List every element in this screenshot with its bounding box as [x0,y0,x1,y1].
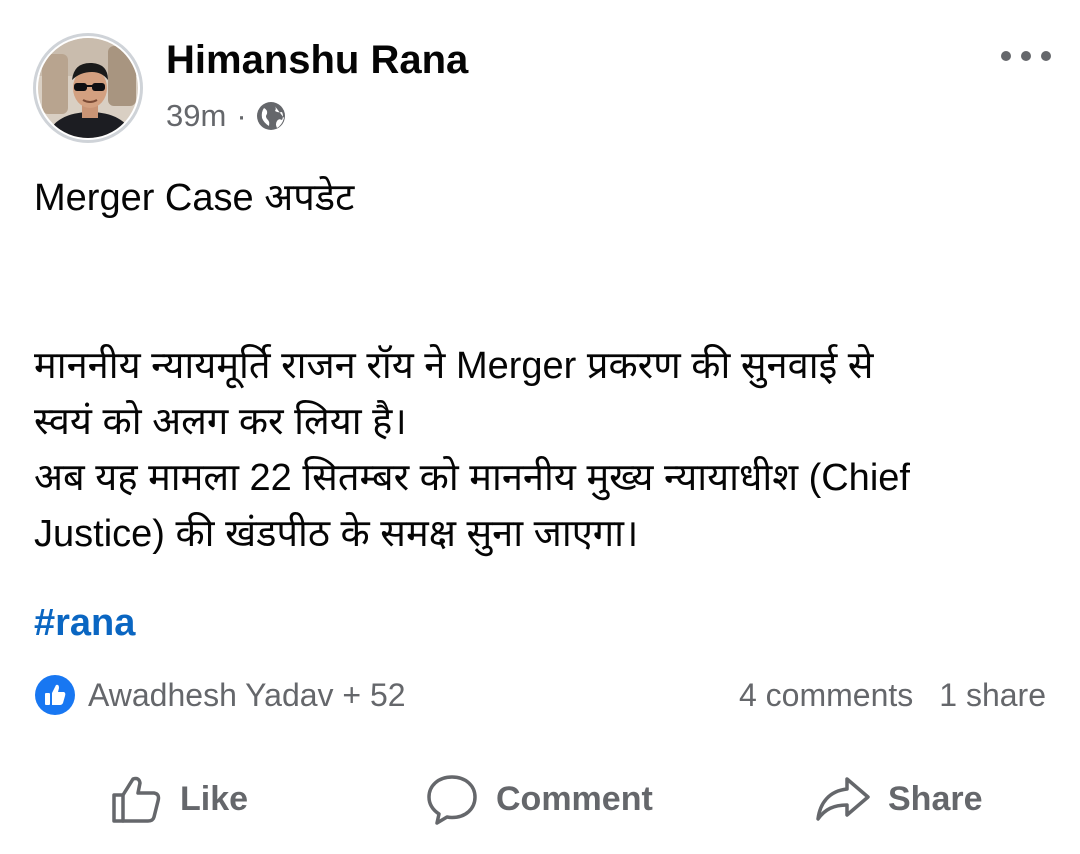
hashtag-link[interactable]: #rana [34,598,135,648]
thumbs-up-icon [34,674,76,716]
thumbs-up-outline-icon [112,776,161,823]
avatar-photo [38,38,138,138]
shares-count[interactable]: 1 share [939,677,1046,714]
post-time[interactable]: 39m [166,98,226,134]
post-body-line: अब यह मामला 22 सितम्बर को माननीय मुख्य न… [34,457,910,499]
comment-bubble-icon [427,775,477,825]
author-name[interactable]: Himanshu Rana [166,36,468,84]
comment-label: Comment [496,779,653,818]
like-button[interactable]: Like [108,766,248,832]
post-body-line: Justice) की खंडपीठ के समक्ष सुना जाएगा। [34,513,639,555]
meta-separator: · [236,98,247,133]
post-body-line: स्वयं को अलग कर लिया है। [34,401,407,443]
share-button[interactable]: Share [814,766,983,832]
post-text: Merger Case अपडेट माननीय न्यायमूर्ति राज… [34,170,1054,562]
author-avatar[interactable] [33,33,143,143]
post-title-line: Merger Case अपडेट [34,177,355,219]
more-options-button[interactable] [996,40,1056,72]
share-arrow-icon [816,777,870,821]
reactors-text: Awadhesh Yadav + 52 [88,676,406,713]
post-body-line: माननीय न्यायमूर्ति राजन रॉय ने Merger प्… [34,345,874,387]
share-label: Share [888,779,983,818]
engagement-counts: 4 comments 1 share [739,672,1046,718]
reactions-summary[interactable]: Awadhesh Yadav + 52 [34,672,406,718]
action-bar: Like Comment Share [0,766,1080,832]
post-meta: 39m · [166,96,287,136]
ellipsis-icon [1001,51,1051,61]
comment-button[interactable]: Comment [424,766,653,832]
globe-icon [255,100,287,132]
like-label: Like [180,779,249,818]
comments-count[interactable]: 4 comments [739,677,913,714]
